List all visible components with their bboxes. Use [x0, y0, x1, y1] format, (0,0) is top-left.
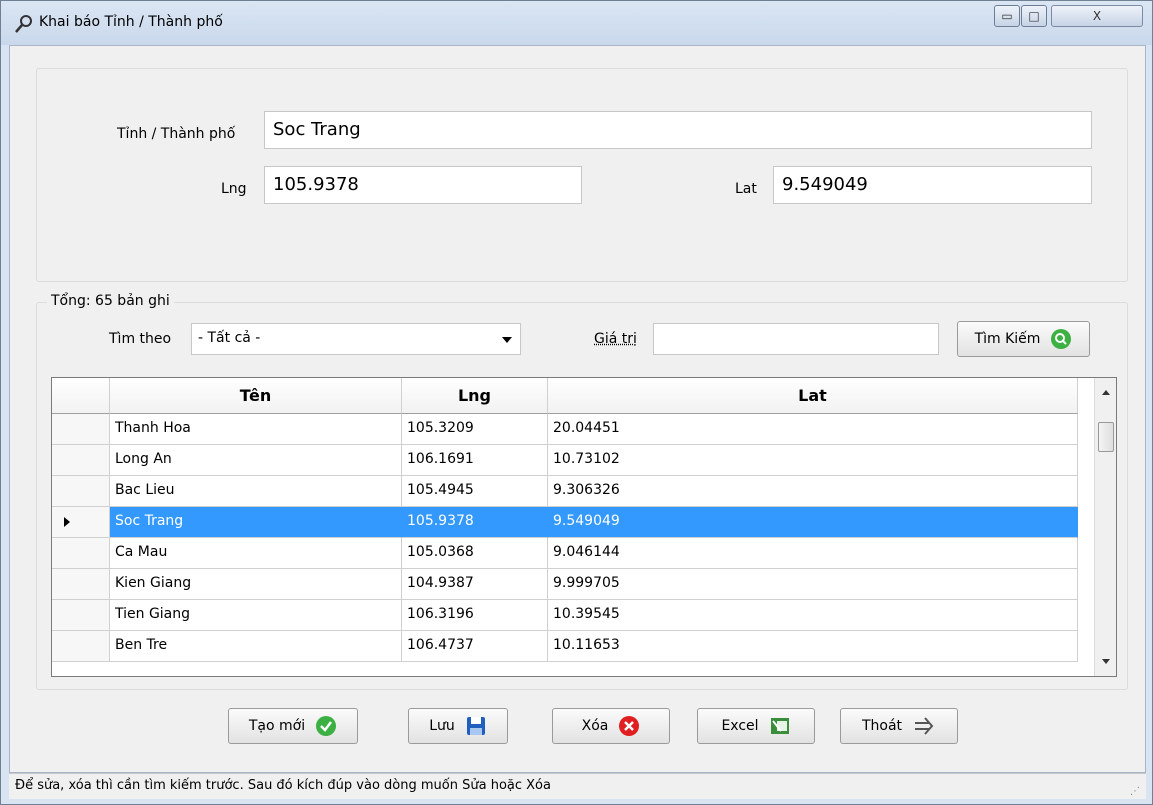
maximize-icon: □: [1028, 9, 1040, 23]
cell-lng[interactable]: 105.4945: [402, 476, 548, 507]
checkmark-icon: [316, 716, 337, 736]
floppy-disk-icon: [466, 717, 485, 735]
table-row[interactable]: Kien Giang 104.9387 9.999705: [52, 569, 1078, 600]
search-value-input[interactable]: [653, 323, 939, 355]
edit-group: Tỉnh / Thành phố Soc Trang Lng 105.9378 …: [36, 68, 1128, 282]
cell-name[interactable]: Ca Mau: [110, 538, 402, 569]
row-header-corner: [52, 378, 110, 414]
vertical-scrollbar[interactable]: [1094, 378, 1116, 676]
scrollbar-thumb[interactable]: [1098, 422, 1114, 452]
row-header[interactable]: [52, 569, 110, 600]
cell-lat[interactable]: 9.306326: [548, 476, 1078, 507]
close-button[interactable]: X: [1051, 5, 1143, 27]
client-area: Tỉnh / Thành phố Soc Trang Lng 105.9378 …: [9, 45, 1146, 773]
excel-icon: [770, 718, 789, 734]
search-by-label: Tìm theo: [109, 331, 172, 347]
cell-lat[interactable]: 10.39545: [548, 600, 1078, 631]
table-row[interactable]: Ca Mau 105.0368 9.046144: [52, 538, 1078, 569]
cell-lat[interactable]: 10.11653: [548, 631, 1078, 662]
cell-lat[interactable]: 20.04451: [548, 414, 1078, 445]
column-header-lng[interactable]: Lng: [402, 378, 548, 414]
cell-name[interactable]: Long An: [110, 445, 402, 476]
current-row-icon: [64, 517, 70, 527]
wrench-search-icon: [15, 15, 32, 33]
cell-lng[interactable]: 106.4737: [402, 631, 548, 662]
search-button-label: Tìm Kiếm: [974, 331, 1041, 347]
chevron-down-icon: [502, 337, 512, 343]
lng-input[interactable]: 105.9378: [264, 166, 582, 204]
delete-button[interactable]: Xóa: [552, 708, 670, 744]
close-icon: X: [1092, 9, 1102, 23]
excel-button[interactable]: Excel: [697, 708, 815, 744]
cell-lat[interactable]: 10.73102: [548, 445, 1078, 476]
row-header[interactable]: [52, 445, 110, 476]
cell-lng[interactable]: 106.1691: [402, 445, 548, 476]
search-icon: [1051, 329, 1072, 349]
cell-lng[interactable]: 104.9387: [402, 569, 548, 600]
cell-lng[interactable]: 105.0368: [402, 538, 548, 569]
lat-label: Lat: [735, 181, 757, 197]
delete-button-label: Xóa: [581, 718, 609, 734]
window: Khai báo Tỉnh / Thành phố ▭ □ X Tỉnh / T…: [0, 0, 1153, 805]
excel-button-label: Excel: [721, 718, 759, 734]
new-button-label: Tạo mới: [248, 718, 306, 734]
value-label: Giá trị: [594, 331, 637, 347]
cell-name[interactable]: Tien Giang: [110, 600, 402, 631]
cell-name[interactable]: Thanh Hoa: [110, 414, 402, 445]
cell-lat[interactable]: 9.549049: [548, 507, 1078, 538]
save-button[interactable]: Lưu: [408, 708, 508, 744]
scroll-up-icon: [1102, 390, 1110, 395]
search-by-select[interactable]: - Tất cả -: [191, 323, 521, 355]
window-title: Khai báo Tỉnh / Thành phố: [39, 14, 223, 30]
search-button[interactable]: Tìm Kiếm: [957, 321, 1090, 357]
province-input[interactable]: Soc Trang: [264, 111, 1092, 149]
row-header[interactable]: [52, 600, 110, 631]
row-header[interactable]: [52, 476, 110, 507]
cell-lat[interactable]: 9.046144: [548, 538, 1078, 569]
new-button[interactable]: Tạo mới: [228, 708, 358, 744]
data-grid[interactable]: Tên Lng Lat Thanh Hoa 105.3209 20.04451 Lon…: [51, 377, 1117, 677]
exit-button[interactable]: Thoát: [840, 708, 958, 744]
cell-lat[interactable]: 9.999705: [548, 569, 1078, 600]
column-header-lat[interactable]: Lat: [548, 378, 1078, 414]
save-button-label: Lưu: [429, 718, 455, 734]
table-row[interactable]: Tien Giang 106.3196 10.39545: [52, 600, 1078, 631]
lat-input[interactable]: 9.549049: [773, 166, 1092, 204]
minimize-icon: ▭: [1001, 9, 1013, 23]
minimize-button[interactable]: ▭: [994, 5, 1020, 27]
row-header[interactable]: [52, 631, 110, 662]
status-bar: Để sửa, xóa thì cần tìm kiếm trước. Sau …: [9, 773, 1146, 799]
maximize-button[interactable]: □: [1021, 5, 1047, 27]
cell-lng[interactable]: 106.3196: [402, 600, 548, 631]
table-row[interactable]: Soc Trang 105.9378 9.549049: [52, 507, 1078, 538]
table-row[interactable]: Ben Tre 106.4737 10.11653: [52, 631, 1078, 662]
resize-grip-icon[interactable]: ⋰: [1130, 786, 1140, 797]
province-label: Tỉnh / Thành phố: [117, 126, 236, 142]
cell-name[interactable]: Soc Trang: [110, 507, 402, 538]
delete-icon: [619, 716, 640, 736]
exit-button-label: Thoát: [861, 718, 903, 734]
column-header-name[interactable]: Tên: [110, 378, 402, 414]
cell-name[interactable]: Kien Giang: [110, 569, 402, 600]
scroll-down-icon: [1102, 659, 1110, 664]
total-records-label: Tổng: 65 bản ghi: [47, 293, 174, 309]
row-header[interactable]: [52, 507, 110, 538]
status-text: Để sửa, xóa thì cần tìm kiếm trước. Sau …: [15, 778, 551, 793]
row-header[interactable]: [52, 538, 110, 569]
table-row[interactable]: Bac Lieu 105.4945 9.306326: [52, 476, 1078, 507]
cell-name[interactable]: Bac Lieu: [110, 476, 402, 507]
cell-lng[interactable]: 105.3209: [402, 414, 548, 445]
cell-lng[interactable]: 105.9378: [402, 507, 548, 538]
exit-arrow-icon: [915, 717, 934, 735]
table-row[interactable]: Thanh Hoa 105.3209 20.04451: [52, 414, 1078, 445]
search-by-value: - Tất cả -: [198, 330, 261, 346]
cell-name[interactable]: Ben Tre: [110, 631, 402, 662]
lng-label: Lng: [221, 181, 247, 197]
list-group: Tổng: 65 bản ghi Tìm theo - Tất cả - Giá…: [36, 293, 1128, 690]
row-header[interactable]: [52, 414, 110, 445]
title-bar[interactable]: Khai báo Tỉnh / Thành phố ▭ □ X: [1, 1, 1152, 45]
table-row[interactable]: Long An 106.1691 10.73102: [52, 445, 1078, 476]
